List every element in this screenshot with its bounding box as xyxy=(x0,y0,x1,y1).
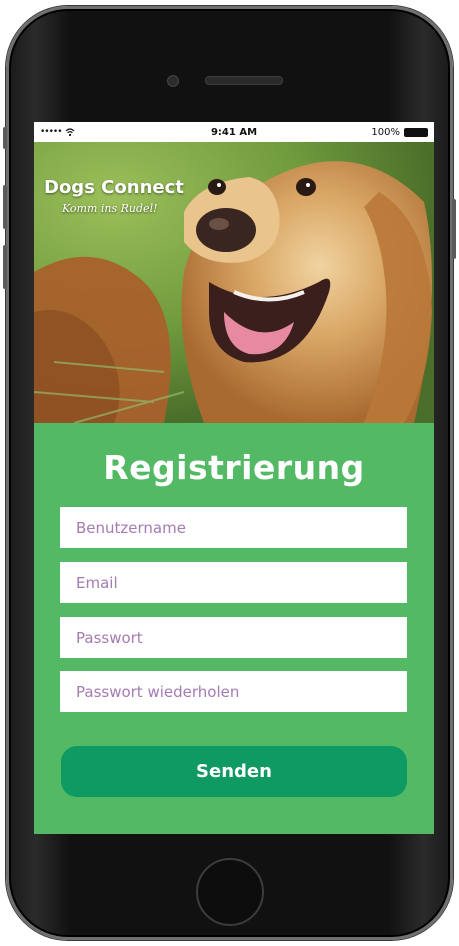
volume-up-button xyxy=(3,185,7,229)
brand-title: Dogs Connect xyxy=(44,177,184,198)
status-time: 9:41 AM xyxy=(210,126,258,138)
app-screen: ••••• 9:41 AM 100% Dogs Connect Komm ins… xyxy=(34,122,434,834)
hero-image-golden-retriever: Dogs Connect Komm ins Rudel! xyxy=(34,142,434,423)
password-field[interactable]: Passwort xyxy=(60,617,407,658)
volume-down-button xyxy=(3,245,7,289)
email-placeholder: Email xyxy=(76,573,118,592)
username-placeholder: Benutzername xyxy=(76,518,186,537)
username-field[interactable]: Benutzername xyxy=(60,507,407,548)
send-button[interactable]: Senden xyxy=(61,746,407,797)
mute-switch xyxy=(3,127,7,149)
earpiece-speaker xyxy=(205,76,283,85)
home-button[interactable] xyxy=(196,858,264,926)
signal-dots: ••••• xyxy=(40,127,63,137)
front-camera xyxy=(167,75,179,87)
password-placeholder: Passwort xyxy=(76,628,143,647)
wifi-icon xyxy=(65,127,75,137)
battery-percent: 100% xyxy=(371,126,400,138)
brand-subtitle: Komm ins Rudel! xyxy=(62,202,158,215)
email-field[interactable]: Email xyxy=(60,562,407,603)
password-repeat-placeholder: Passwort wiederholen xyxy=(76,682,240,701)
battery-icon xyxy=(403,127,428,137)
page-title: Registrierung xyxy=(103,448,365,487)
password-repeat-field[interactable]: Passwort wiederholen xyxy=(60,671,407,712)
power-button xyxy=(452,199,456,259)
status-bar: ••••• 9:41 AM 100% xyxy=(34,122,434,142)
